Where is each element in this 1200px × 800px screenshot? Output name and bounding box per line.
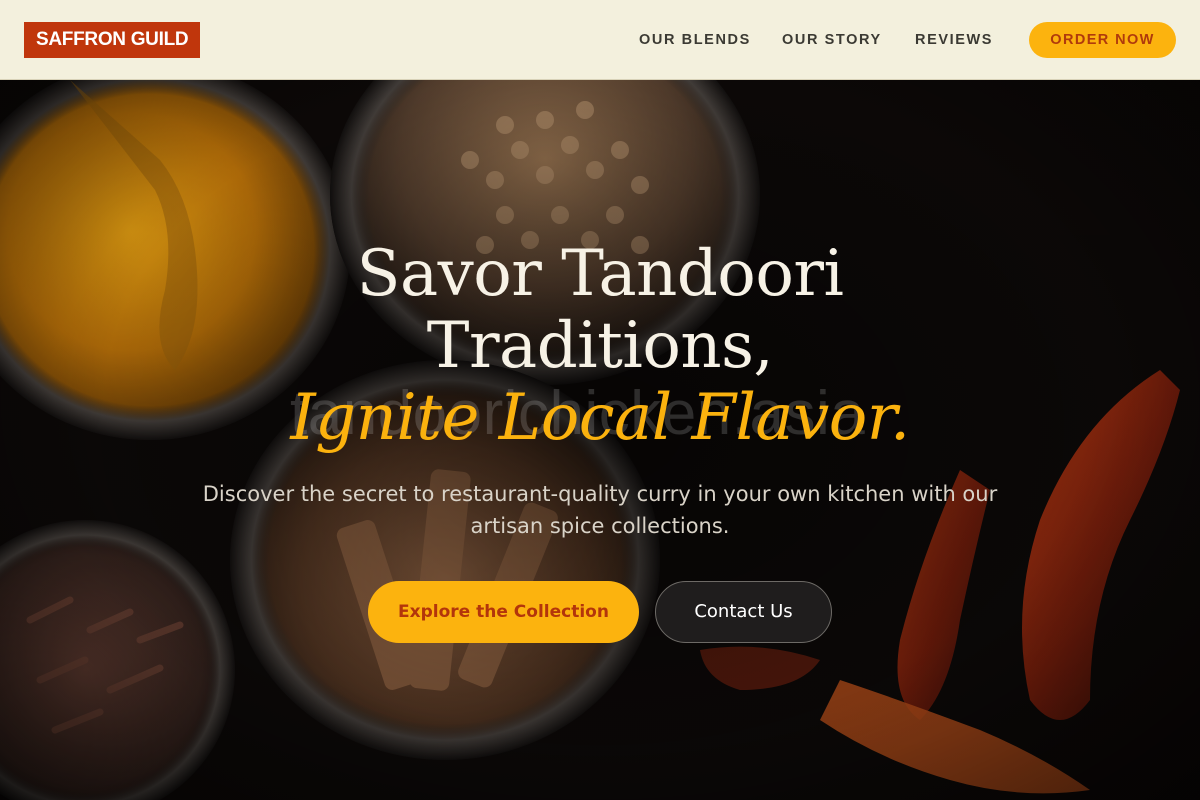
- site-header: SAFFRON GUILD OUR BLENDS OUR STORY REVIE…: [0, 0, 1200, 80]
- nav-link-our-blends[interactable]: OUR BLENDS: [639, 30, 751, 50]
- landing-page: SAFFRON GUILD OUR BLENDS OUR STORY REVIE…: [0, 0, 1200, 800]
- headline-accent: Ignite Local Flavor.: [290, 381, 910, 455]
- contact-us-button[interactable]: Contact Us: [655, 581, 832, 643]
- order-now-button[interactable]: ORDER NOW: [1029, 22, 1176, 58]
- hero-headline: Savor Tandoori Traditions, Ignite Local …: [200, 238, 1000, 454]
- explore-collection-button[interactable]: Explore the Collection: [368, 581, 639, 643]
- headline-line-1: Savor Tandoori: [356, 237, 844, 311]
- hero-subheading: Discover the secret to restaurant-qualit…: [202, 482, 998, 538]
- nav-link-reviews[interactable]: REVIEWS: [915, 30, 993, 50]
- headline-line-2: Traditions,: [426, 309, 774, 383]
- nav-link-our-story[interactable]: OUR STORY: [782, 30, 882, 50]
- brand-logo[interactable]: SAFFRON GUILD: [24, 22, 201, 58]
